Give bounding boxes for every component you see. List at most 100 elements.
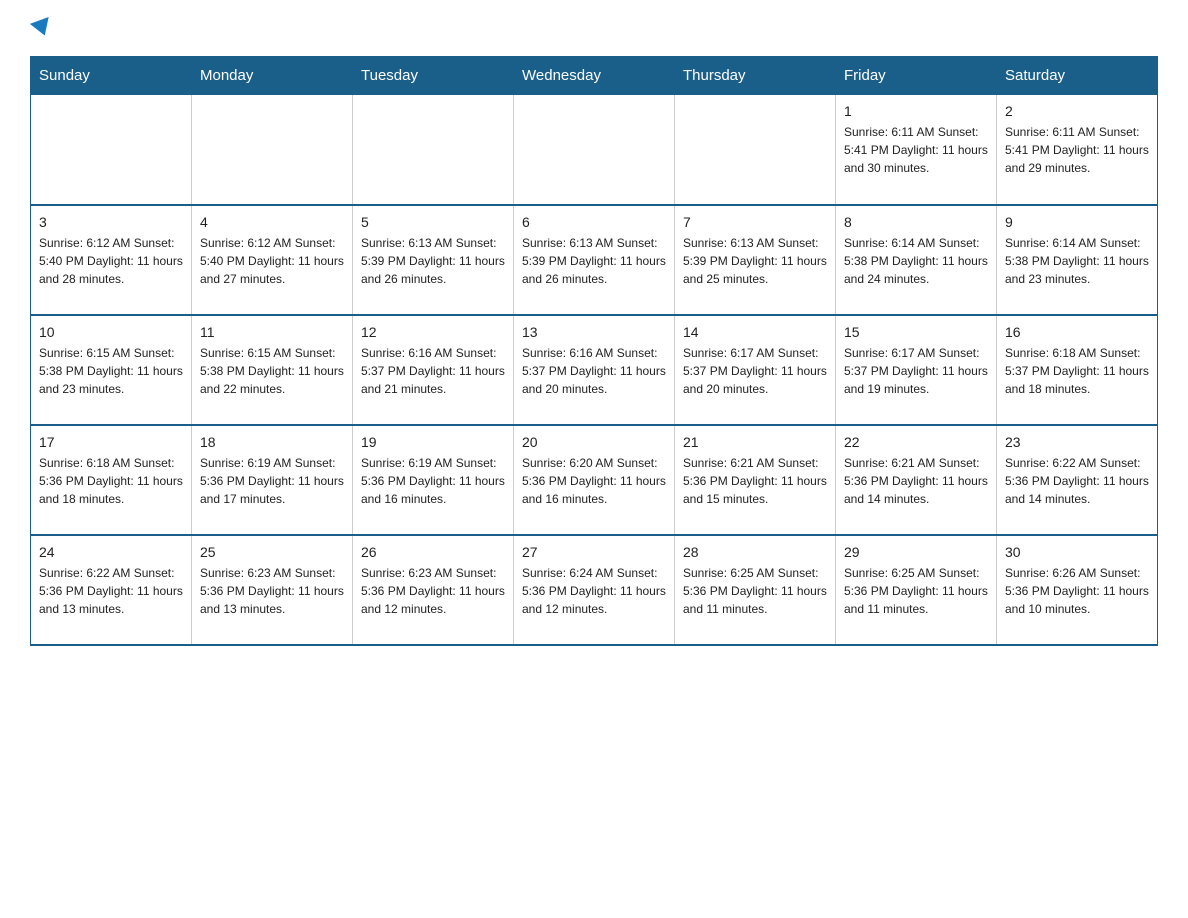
day-cell [31,95,192,205]
day-number: 18 [200,434,344,450]
header-day-tuesday: Tuesday [353,57,514,95]
day-number: 1 [844,103,988,119]
header-day-thursday: Thursday [675,57,836,95]
day-cell: 19 Sunrise: 6:19 AM Sunset: 5:36 PM Dayli… [353,425,514,535]
day-info: Sunrise: 6:13 AM Sunset: 5:39 PM Dayligh… [683,234,827,288]
day-info: Sunrise: 6:25 AM Sunset: 5:36 PM Dayligh… [683,564,827,618]
day-info: Sunrise: 6:22 AM Sunset: 5:36 PM Dayligh… [39,564,183,618]
day-cell: 3 Sunrise: 6:12 AM Sunset: 5:40 PM Daylig… [31,205,192,315]
day-info: Sunrise: 6:18 AM Sunset: 5:37 PM Dayligh… [1005,344,1149,398]
calendar-body: 1 Sunrise: 6:11 AM Sunset: 5:41 PM Daylig… [31,95,1158,645]
header-day-saturday: Saturday [997,57,1158,95]
day-cell: 15 Sunrise: 6:17 AM Sunset: 5:37 PM Dayli… [836,315,997,425]
day-number: 17 [39,434,183,450]
day-info: Sunrise: 6:20 AM Sunset: 5:36 PM Dayligh… [522,454,666,508]
day-cell [675,95,836,205]
day-info: Sunrise: 6:17 AM Sunset: 5:37 PM Dayligh… [844,344,988,398]
day-info: Sunrise: 6:15 AM Sunset: 5:38 PM Dayligh… [200,344,344,398]
day-info: Sunrise: 6:22 AM Sunset: 5:36 PM Dayligh… [1005,454,1149,508]
day-number: 10 [39,324,183,340]
day-number: 29 [844,544,988,560]
header-day-friday: Friday [836,57,997,95]
day-number: 4 [200,214,344,230]
day-number: 24 [39,544,183,560]
day-info: Sunrise: 6:23 AM Sunset: 5:36 PM Dayligh… [361,564,505,618]
day-info: Sunrise: 6:23 AM Sunset: 5:36 PM Dayligh… [200,564,344,618]
day-number: 15 [844,324,988,340]
day-cell: 27Sunrise: 6:24 AM Sunset: 5:36 PM Dayli… [514,535,675,645]
page-header [30,20,1158,40]
day-info: Sunrise: 6:14 AM Sunset: 5:38 PM Dayligh… [1005,234,1149,288]
day-number: 21 [683,434,827,450]
day-number: 7 [683,214,827,230]
day-cell: 8 Sunrise: 6:14 AM Sunset: 5:38 PM Daylig… [836,205,997,315]
day-info: Sunrise: 6:19 AM Sunset: 5:36 PM Dayligh… [361,454,505,508]
day-cell: 26Sunrise: 6:23 AM Sunset: 5:36 PM Dayli… [353,535,514,645]
day-info: Sunrise: 6:17 AM Sunset: 5:37 PM Dayligh… [683,344,827,398]
day-info: Sunrise: 6:21 AM Sunset: 5:36 PM Dayligh… [844,454,988,508]
day-info: Sunrise: 6:26 AM Sunset: 5:36 PM Dayligh… [1005,564,1149,618]
calendar-table: SundayMondayTuesdayWednesdayThursdayFrid… [30,56,1158,646]
day-number: 30 [1005,544,1149,560]
day-number: 20 [522,434,666,450]
day-cell: 4Sunrise: 6:12 AM Sunset: 5:40 PM Daylig… [192,205,353,315]
day-cell: 22Sunrise: 6:21 AM Sunset: 5:36 PM Dayli… [836,425,997,535]
day-number: 6 [522,214,666,230]
day-cell: 21 Sunrise: 6:21 AM Sunset: 5:36 PM Dayli… [675,425,836,535]
day-cell [514,95,675,205]
day-cell: 30 Sunrise: 6:26 AM Sunset: 5:36 PM Dayli… [997,535,1158,645]
header-day-monday: Monday [192,57,353,95]
calendar-header: SundayMondayTuesdayWednesdayThursdayFrid… [31,57,1158,95]
day-cell: 29 Sunrise: 6:25 AM Sunset: 5:36 PM Dayli… [836,535,997,645]
header-day-sunday: Sunday [31,57,192,95]
day-number: 11 [200,324,344,340]
day-cell: 12 Sunrise: 6:16 AM Sunset: 5:37 PM Dayli… [353,315,514,425]
day-info: Sunrise: 6:21 AM Sunset: 5:36 PM Dayligh… [683,454,827,508]
day-number: 19 [361,434,505,450]
day-cell: 23 Sunrise: 6:22 AM Sunset: 5:36 PM Dayli… [997,425,1158,535]
header-day-wednesday: Wednesday [514,57,675,95]
day-info: Sunrise: 6:13 AM Sunset: 5:39 PM Dayligh… [361,234,505,288]
day-info: Sunrise: 6:11 AM Sunset: 5:41 PM Dayligh… [1005,123,1149,177]
week-row-2: 10 Sunrise: 6:15 AM Sunset: 5:38 PM Dayli… [31,315,1158,425]
day-number: 25 [200,544,344,560]
day-number: 12 [361,324,505,340]
day-info: Sunrise: 6:12 AM Sunset: 5:40 PM Dayligh… [39,234,183,288]
day-info: Sunrise: 6:13 AM Sunset: 5:39 PM Dayligh… [522,234,666,288]
day-cell [353,95,514,205]
day-cell: 17 Sunrise: 6:18 AM Sunset: 5:36 PM Dayli… [31,425,192,535]
day-cell: 6 Sunrise: 6:13 AM Sunset: 5:39 PM Daylig… [514,205,675,315]
day-number: 23 [1005,434,1149,450]
day-cell: 20 Sunrise: 6:20 AM Sunset: 5:36 PM Dayli… [514,425,675,535]
week-row-4: 24 Sunrise: 6:22 AM Sunset: 5:36 PM Dayli… [31,535,1158,645]
day-cell: 7 Sunrise: 6:13 AM Sunset: 5:39 PM Daylig… [675,205,836,315]
day-number: 5 [361,214,505,230]
day-info: Sunrise: 6:11 AM Sunset: 5:41 PM Dayligh… [844,123,988,177]
day-number: 28 [683,544,827,560]
day-number: 2 [1005,103,1149,119]
day-number: 14 [683,324,827,340]
day-info: Sunrise: 6:19 AM Sunset: 5:36 PM Dayligh… [200,454,344,508]
week-row-3: 17 Sunrise: 6:18 AM Sunset: 5:36 PM Dayli… [31,425,1158,535]
day-cell: 25 Sunrise: 6:23 AM Sunset: 5:36 PM Dayli… [192,535,353,645]
day-number: 3 [39,214,183,230]
day-cell: 18 Sunrise: 6:19 AM Sunset: 5:36 PM Dayli… [192,425,353,535]
day-info: Sunrise: 6:16 AM Sunset: 5:37 PM Dayligh… [522,344,666,398]
day-info: Sunrise: 6:18 AM Sunset: 5:36 PM Dayligh… [39,454,183,508]
day-cell: 10Sunrise: 6:15 AM Sunset: 5:38 PM Dayli… [31,315,192,425]
day-cell: 16Sunrise: 6:18 AM Sunset: 5:37 PM Dayli… [997,315,1158,425]
day-cell: 2 Sunrise: 6:11 AM Sunset: 5:41 PM Daylig… [997,95,1158,205]
header-row: SundayMondayTuesdayWednesdayThursdayFrid… [31,57,1158,95]
day-cell: 1 Sunrise: 6:11 AM Sunset: 5:41 PM Daylig… [836,95,997,205]
day-cell: 9 Sunrise: 6:14 AM Sunset: 5:38 PM Daylig… [997,205,1158,315]
day-cell: 14 Sunrise: 6:17 AM Sunset: 5:37 PM Dayli… [675,315,836,425]
day-info: Sunrise: 6:14 AM Sunset: 5:38 PM Dayligh… [844,234,988,288]
day-cell [192,95,353,205]
day-number: 9 [1005,214,1149,230]
day-number: 8 [844,214,988,230]
day-info: Sunrise: 6:25 AM Sunset: 5:36 PM Dayligh… [844,564,988,618]
week-row-1: 3 Sunrise: 6:12 AM Sunset: 5:40 PM Daylig… [31,205,1158,315]
day-info: Sunrise: 6:16 AM Sunset: 5:37 PM Dayligh… [361,344,505,398]
day-cell: 28 Sunrise: 6:25 AM Sunset: 5:36 PM Dayli… [675,535,836,645]
day-cell: 13Sunrise: 6:16 AM Sunset: 5:37 PM Dayli… [514,315,675,425]
